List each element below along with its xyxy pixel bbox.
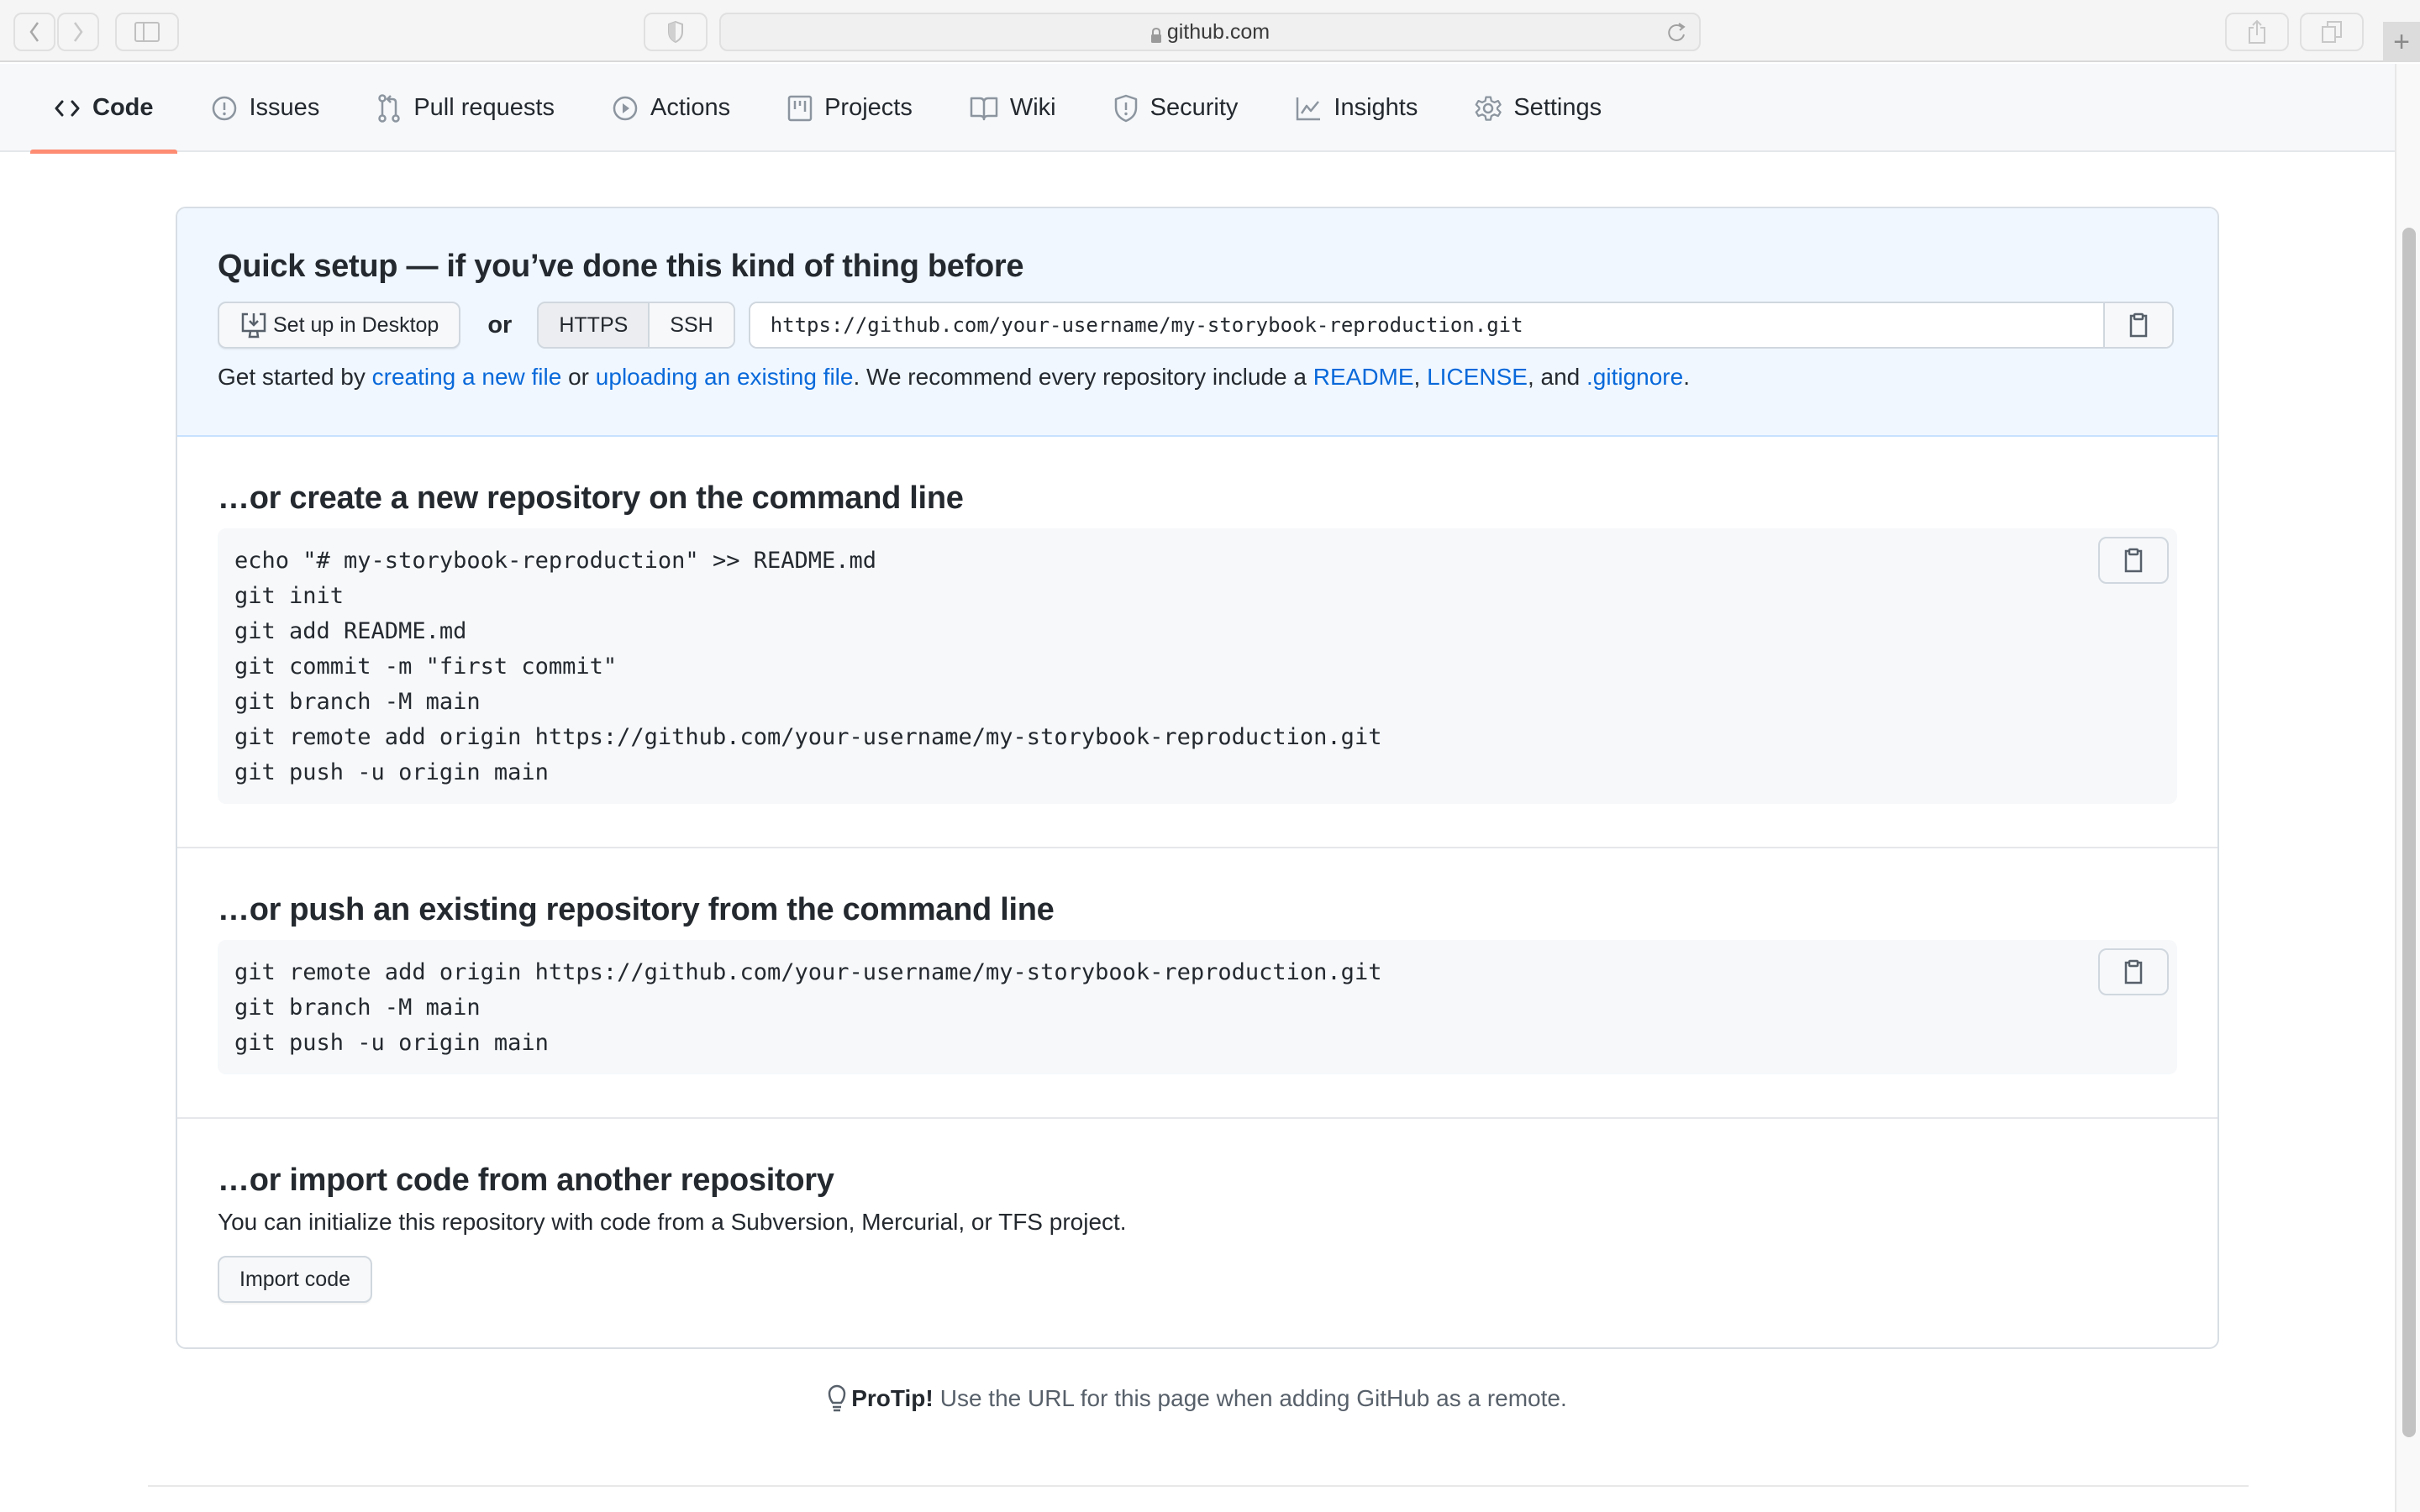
protip: ProTip! Use the URL for this page when a… [0,1384,2395,1413]
repo-nav: Code Issues Pull requests Actions Projec… [0,64,2395,154]
gitignore-link[interactable]: .gitignore [1586,364,1683,390]
tab-pull-requests[interactable]: Pull requests [376,64,555,152]
reload-button[interactable] [1667,21,1687,50]
forward-button[interactable] [57,13,99,51]
upload-file-link[interactable]: uploading an existing file [596,364,854,390]
setup-row: Set up in Desktop or HTTPS SSH [218,302,2177,349]
tab-actions[interactable]: Actions [612,64,730,152]
protocol-toggle: HTTPS SSH [537,302,735,349]
clone-url-input[interactable] [750,303,2103,347]
share-icon [2249,19,2265,44]
privacy-shield-icon [668,20,683,44]
play-icon [613,96,638,120]
or-label: or [487,311,513,339]
protip-text: Use the URL for this page when adding Gi… [939,1385,1567,1411]
tab-settings[interactable]: Settings [1475,64,1602,152]
book-icon [970,97,998,120]
new-tab-button[interactable]: + [2383,22,2420,62]
lightbulb-icon [828,1384,846,1412]
gear-icon [1476,95,1502,121]
desktop-download-icon [241,312,266,339]
tabs-button[interactable] [2300,13,2364,51]
scrollbar-thumb[interactable] [2402,228,2416,1437]
create-new-file-link[interactable]: creating a new file [372,364,562,390]
quick-setup-title: Quick setup — if you’ve done this kind o… [218,249,1024,284]
create-repo-code-block: echo "# my-storybook-reproduction" >> RE… [218,528,2177,804]
tab-insights[interactable]: Insights [1295,64,1418,152]
clone-url-group [748,302,2174,349]
code-icon [55,100,80,116]
create-repo-section: …or create a new repository on the comma… [177,437,2217,848]
footer-divider [148,1485,2249,1487]
setup-desktop-button[interactable]: Set up in Desktop [218,302,461,349]
setup-box: Quick setup — if you’ve done this kind o… [176,207,2219,1349]
pull-request-icon [378,93,401,123]
clipboard-icon [2124,959,2143,984]
page-scrollbar[interactable] [2395,64,2420,1512]
tab-code[interactable]: Code [30,64,176,154]
privacy-button[interactable] [644,13,708,51]
share-button[interactable] [2225,13,2289,51]
reload-icon [1668,23,1686,41]
push-repo-title: …or push an existing repository from the… [218,892,1055,927]
graph-icon [1297,97,1321,120]
sidebar-icon [134,22,160,42]
push-repo-section: …or push an existing repository from the… [177,848,2217,1119]
address-text: github.com [1166,19,1270,44]
shield-icon [1114,94,1137,122]
issue-icon [212,96,236,120]
copy-push-commands-button[interactable] [2098,948,2169,995]
copy-create-commands-button[interactable] [2098,537,2169,584]
project-icon [787,95,813,121]
chevron-left-icon [29,22,39,42]
tab-projects[interactable]: Projects [787,64,913,152]
sidebar-button[interactable] [115,13,179,51]
tabs-overview-icon [2322,21,2342,43]
chevron-right-icon [73,22,83,42]
import-section: …or import code from another repository … [177,1119,2217,1343]
readme-link[interactable]: README [1313,364,1414,390]
push-repo-code-block: git remote add origin https://github.com… [218,940,2177,1074]
copy-url-button[interactable] [2102,303,2172,347]
tab-issues[interactable]: Issues [211,64,319,152]
import-title: …or import code from another repository [218,1163,834,1198]
lock-icon [1150,24,1162,43]
get-started-hint: Get started by creating a new file or up… [218,364,1690,390]
ssh-button[interactable]: SSH [650,303,734,347]
back-button[interactable] [13,13,55,51]
tab-wiki[interactable]: Wiki [970,64,1056,152]
tab-security[interactable]: Security [1113,64,1238,152]
license-link[interactable]: LICENSE [1427,364,1528,390]
create-repo-title: …or create a new repository on the comma… [218,480,964,516]
address-bar[interactable]: github.com [719,13,1701,51]
clipboard-icon [2124,548,2143,573]
repo-tabs: Code Issues Pull requests Actions Projec… [30,64,1659,154]
https-button[interactable]: HTTPS [539,303,650,347]
protip-label: ProTip! [851,1385,934,1411]
import-description: You can initialize this repository with … [218,1209,1127,1235]
plus-icon: + [2393,25,2410,58]
import-code-button[interactable]: Import code [218,1256,373,1303]
quick-setup: Quick setup — if you’ve done this kind o… [177,208,2217,437]
push-repo-code[interactable]: git remote add origin https://github.com… [234,955,2160,1061]
browser-toolbar: github.com + [0,0,2420,62]
create-repo-code[interactable]: echo "# my-storybook-reproduction" >> RE… [234,543,2160,790]
clipboard-icon [2129,312,2147,338]
